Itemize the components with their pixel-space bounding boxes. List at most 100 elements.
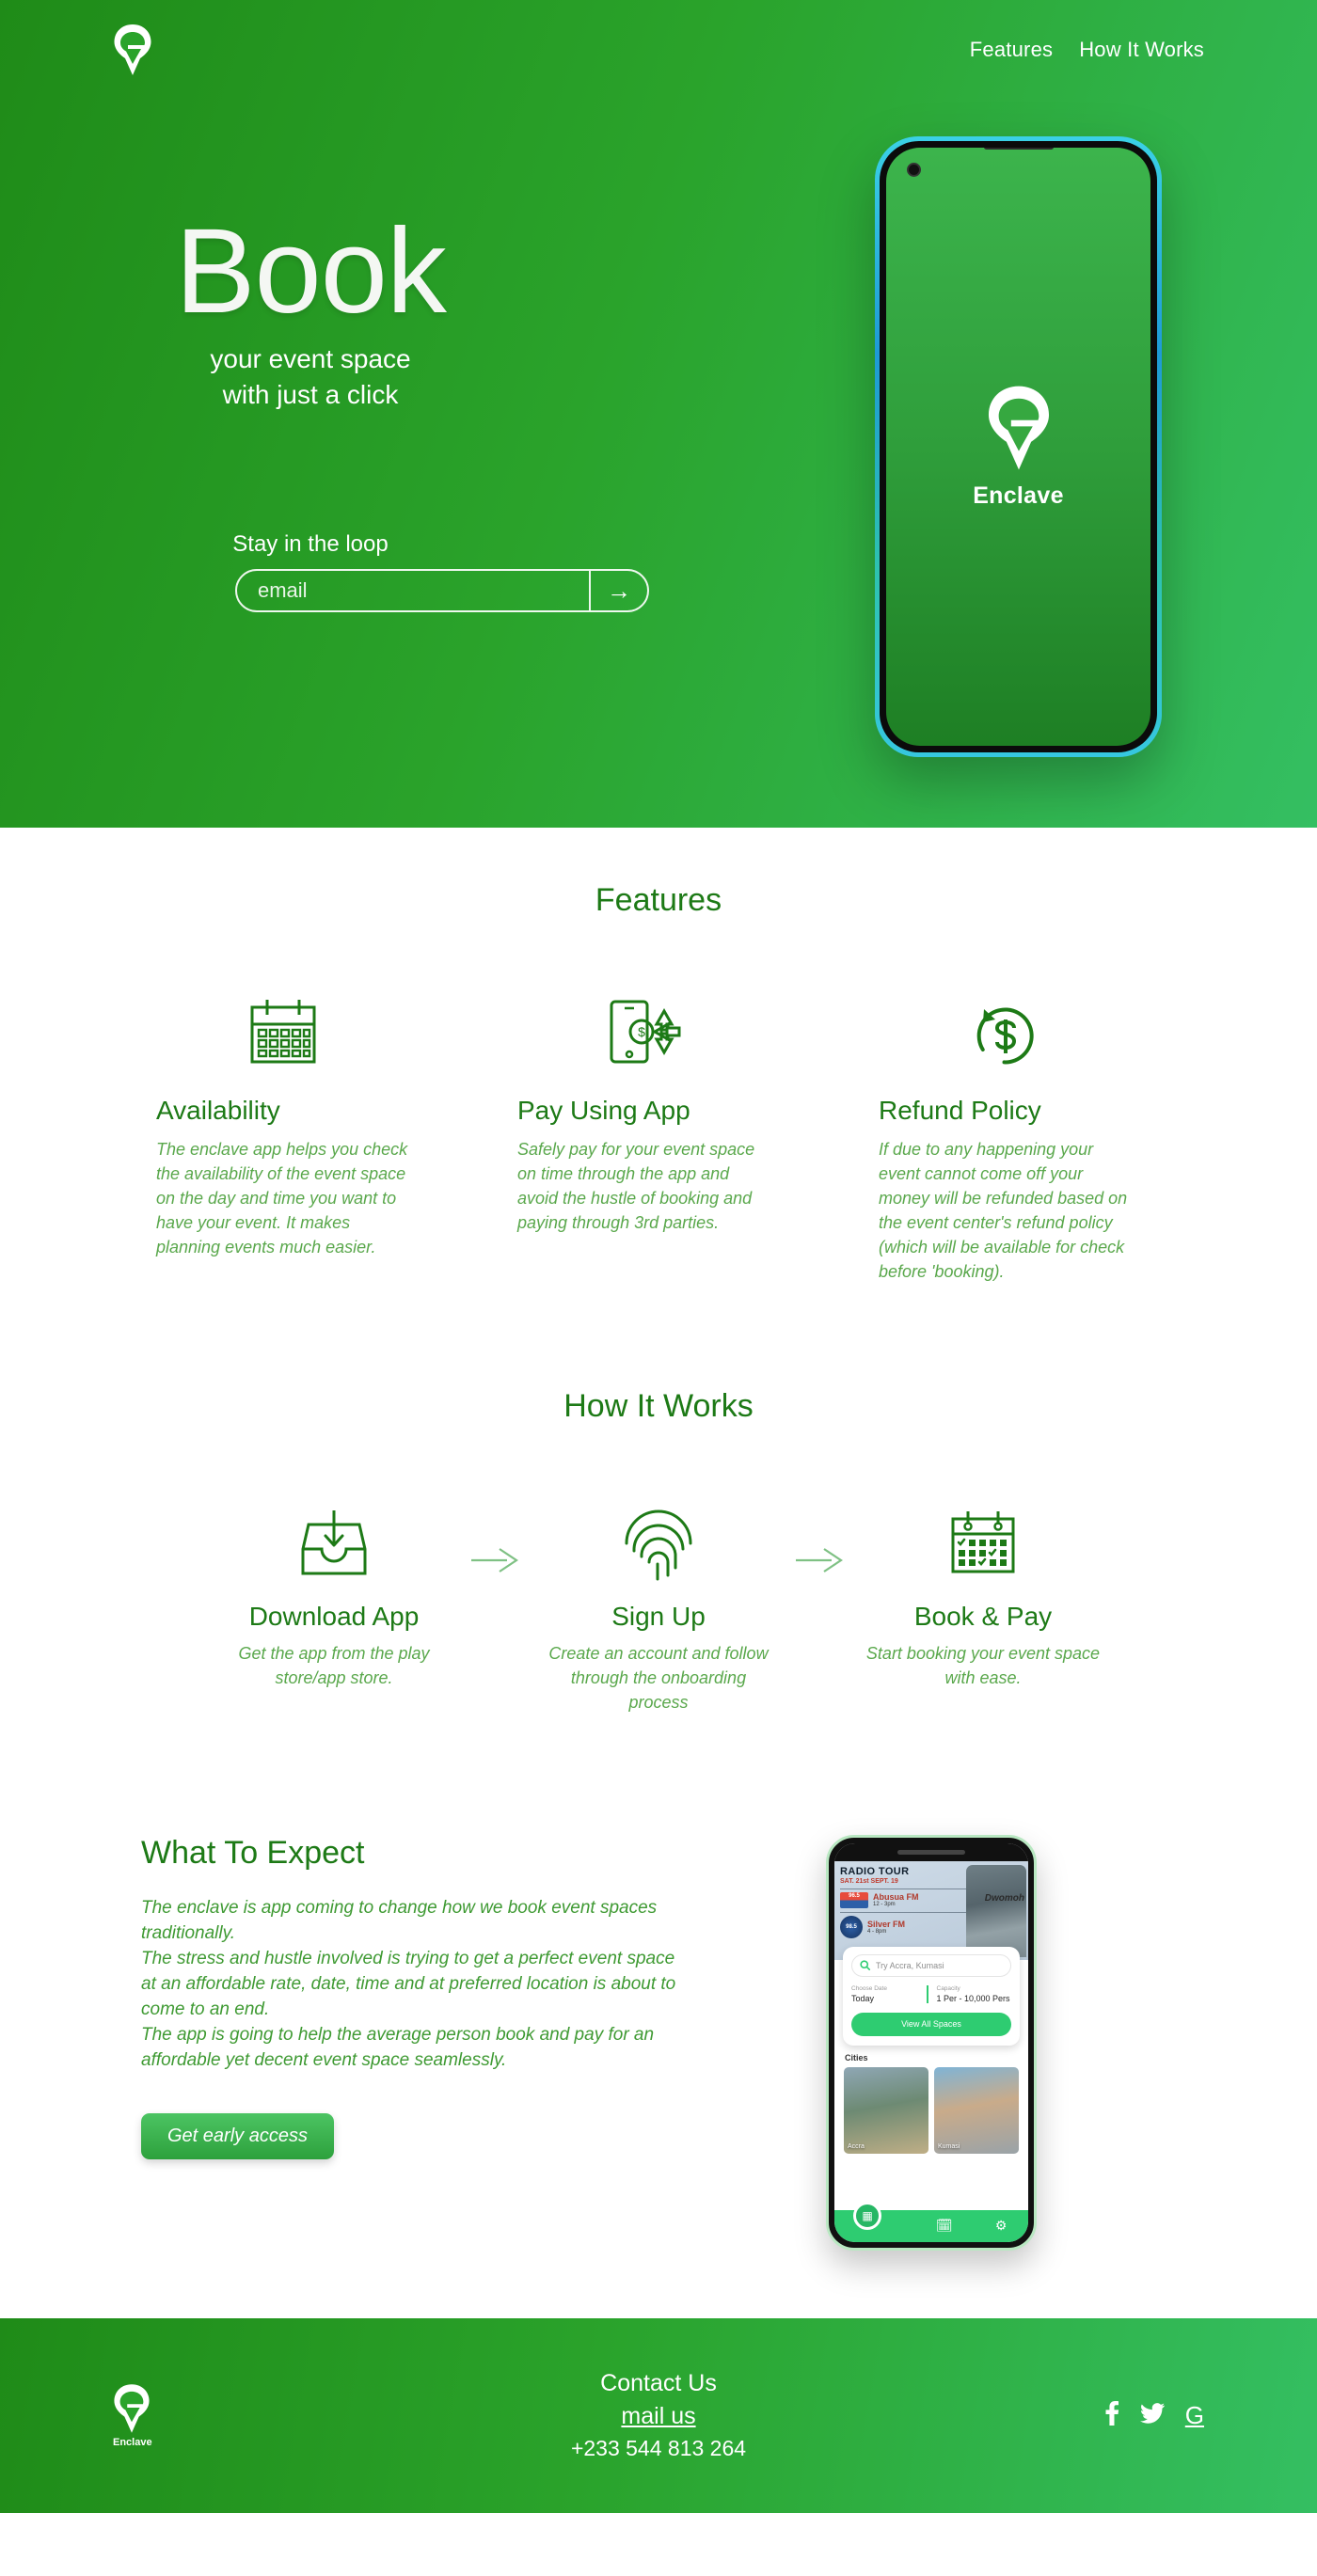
feature-body: If due to any happening your event canno…	[879, 1140, 1128, 1282]
features-heading: Features	[595, 882, 722, 918]
hero-subtitle-line-2: with just a click	[222, 379, 399, 409]
submit-arrow-icon[interactable]: →	[589, 571, 647, 610]
step-download-app: Download App Get the app from the play s…	[216, 1493, 452, 1690]
download-tray-icon	[216, 1493, 452, 1583]
cities-label: Cities	[845, 2052, 868, 2062]
get-early-access-button[interactable]: Get early access	[141, 2112, 334, 2159]
search-icon	[860, 1960, 870, 1971]
phone-status-bar	[834, 1842, 1028, 1861]
phone-speaker	[983, 148, 1054, 150]
feature-card-availability: Availability The enclave app helps you c…	[156, 985, 438, 1285]
svg-text:$: $	[638, 1024, 645, 1039]
feature-card-pay-using-app: $ Pay Using App Safely pay for your even…	[517, 985, 800, 1285]
expect-heading: What To Expect	[141, 1834, 365, 1871]
choose-date-value: Today	[851, 1993, 875, 2003]
feature-title: Availability	[156, 1096, 280, 1125]
features-columns: Availability The enclave app helps you c…	[0, 985, 1317, 1285]
step-body: Get the app from the play store/app stor…	[238, 1643, 430, 1687]
city-card[interactable]: Kumasi	[934, 2066, 1019, 2154]
hero-section: Features How It Works Book your event sp…	[0, 0, 1317, 828]
choose-date-label: Choose Date	[851, 1984, 887, 1992]
facebook-icon[interactable]	[1104, 2401, 1119, 2429]
date-capacity-row: Choose Date Today Capacity 1 Per - 10,00…	[851, 1984, 1012, 2003]
capacity-label: Capacity	[936, 1984, 960, 1992]
tab-settings-gear-icon[interactable]: ⚙	[995, 2218, 1008, 2234]
station-time: 4 - 8pm	[867, 1928, 887, 1935]
twitter-icon[interactable]	[1139, 2403, 1165, 2427]
promo-banner: Dwomoh RADIO TOUR SAT. 21st SEPT. 19 96.…	[834, 1860, 1028, 1960]
expect-paragraph-3: The app is going to help the average per…	[141, 2024, 655, 2070]
contact-heading: Contact Us	[600, 2369, 717, 2396]
phone-number: +233 544 813 264	[570, 2435, 747, 2460]
step-arrow-icon-2	[776, 1493, 865, 1576]
app-tab-bar: ▦ 🗓 ⚙	[834, 2201, 1028, 2242]
site-footer: Enclave Contact Us mail us +233 544 813 …	[0, 2317, 1317, 2513]
hero-subtitle-line-1: your event space	[210, 344, 411, 373]
expect-paragraph-1: The enclave is app coming to change how …	[141, 1897, 658, 1943]
feature-title: Refund Policy	[879, 1096, 1041, 1125]
app-splash-logo-icon	[986, 385, 1052, 471]
step-body: Start booking your event space with ease…	[865, 1643, 1101, 1687]
city-name: Kumasi	[938, 2142, 960, 2150]
calendar-icon	[156, 985, 410, 1075]
features-section: Features Availability The enclave app he…	[0, 828, 1317, 1285]
hero-subtitle: your event space with just a click	[0, 341, 621, 413]
app-search-placeholder: Try Accra, Kumasi	[876, 1960, 944, 1970]
step-arrow-icon-1	[452, 1493, 541, 1576]
how-it-works-steps: Download App Get the app from the play s…	[0, 1493, 1317, 1715]
nav-link-how-it-works[interactable]: How It Works	[1079, 38, 1204, 62]
refund-dollar-icon	[879, 985, 1133, 1075]
app-search-card: Try Accra, Kumasi Choose Date Today Capa…	[843, 1946, 1020, 2046]
fingerprint-icon	[541, 1493, 776, 1583]
tab-bookings-calendar-icon[interactable]: 🗓	[936, 2218, 953, 2234]
email-input[interactable]	[237, 571, 589, 610]
capacity-value: 1 Per - 10,000 Pers	[936, 1993, 1010, 2003]
feature-body: Safely pay for your event space on time …	[517, 1140, 755, 1233]
enclave-logo-icon[interactable]	[113, 24, 152, 76]
hero-phone-mockup: Enclave	[875, 136, 1162, 757]
station-time: 12 - 3pm	[873, 1902, 896, 1908]
newsletter-form: →	[235, 569, 649, 612]
banner-script-text: Dwomoh	[984, 1892, 1024, 1904]
expect-copy: What To Expect The enclave is app coming…	[141, 1835, 687, 2251]
step-title: Download App	[248, 1601, 420, 1631]
step-book-and-pay: Book & Pay Start booking your event spac…	[865, 1493, 1101, 1690]
radio-logo-icon: 98.5	[840, 1915, 863, 1938]
app-search-input[interactable]: Try Accra, Kumasi	[851, 1953, 1011, 1977]
capacity-field[interactable]: Capacity 1 Per - 10,000 Pers	[926, 1984, 1012, 2003]
phone-camera-icon	[907, 163, 921, 177]
choose-date-field[interactable]: Choose Date Today	[851, 1985, 927, 2003]
app-splash-brand: Enclave	[973, 482, 1064, 509]
hero-copy: Book your event space with just a click	[0, 212, 621, 413]
cities-list: Accra Kumasi	[834, 2062, 1028, 2154]
tab-home-icon[interactable]: ▦	[853, 2201, 881, 2230]
city-name: Accra	[848, 2142, 865, 2150]
expect-paragraph-2: The stress and hustle involved is trying…	[141, 1948, 676, 2019]
station-name: Silver FM	[867, 1919, 906, 1929]
feature-body: The enclave app helps you check the avai…	[156, 1140, 408, 1257]
step-body: Create an account and follow through the…	[548, 1643, 769, 1712]
step-title: Sign Up	[611, 1601, 706, 1631]
hero-title: Book	[175, 204, 447, 339]
banner-person-image	[966, 1864, 1026, 1957]
feature-card-refund-policy: Refund Policy If due to any happening yo…	[879, 985, 1161, 1285]
calendar-check-icon	[865, 1493, 1101, 1583]
social-links: G	[1104, 2401, 1204, 2429]
view-all-spaces-button[interactable]: View All Spaces	[851, 2012, 1011, 2036]
newsletter-label: Stay in the loop	[232, 531, 389, 557]
station-name: Abusua FM	[873, 1892, 919, 1903]
feature-title: Pay Using App	[517, 1096, 690, 1125]
app-preview-wrapper: Dwomoh RADIO TOUR SAT. 21st SEPT. 19 96.…	[687, 1834, 1176, 2251]
google-icon[interactable]: G	[1185, 2403, 1204, 2427]
nav-links: Features How It Works	[970, 38, 1204, 62]
step-title: Book & Pay	[913, 1601, 1053, 1631]
top-navigation: Features How It Works	[0, 0, 1317, 99]
nav-link-features[interactable]: Features	[970, 38, 1053, 62]
city-card[interactable]: Accra	[844, 2066, 928, 2154]
mobile-payment-icon: $	[517, 985, 771, 1075]
how-it-works-heading: How It Works	[563, 1387, 754, 1424]
radio-logo-icon: 96.5	[840, 1891, 868, 1908]
what-to-expect-section: What To Expect The enclave is app coming…	[0, 1834, 1317, 2251]
how-it-works-section: How It Works Download App Get the app fr…	[0, 1285, 1317, 1715]
app-preview-phone: Dwomoh RADIO TOUR SAT. 21st SEPT. 19 96.…	[826, 1834, 1037, 2251]
